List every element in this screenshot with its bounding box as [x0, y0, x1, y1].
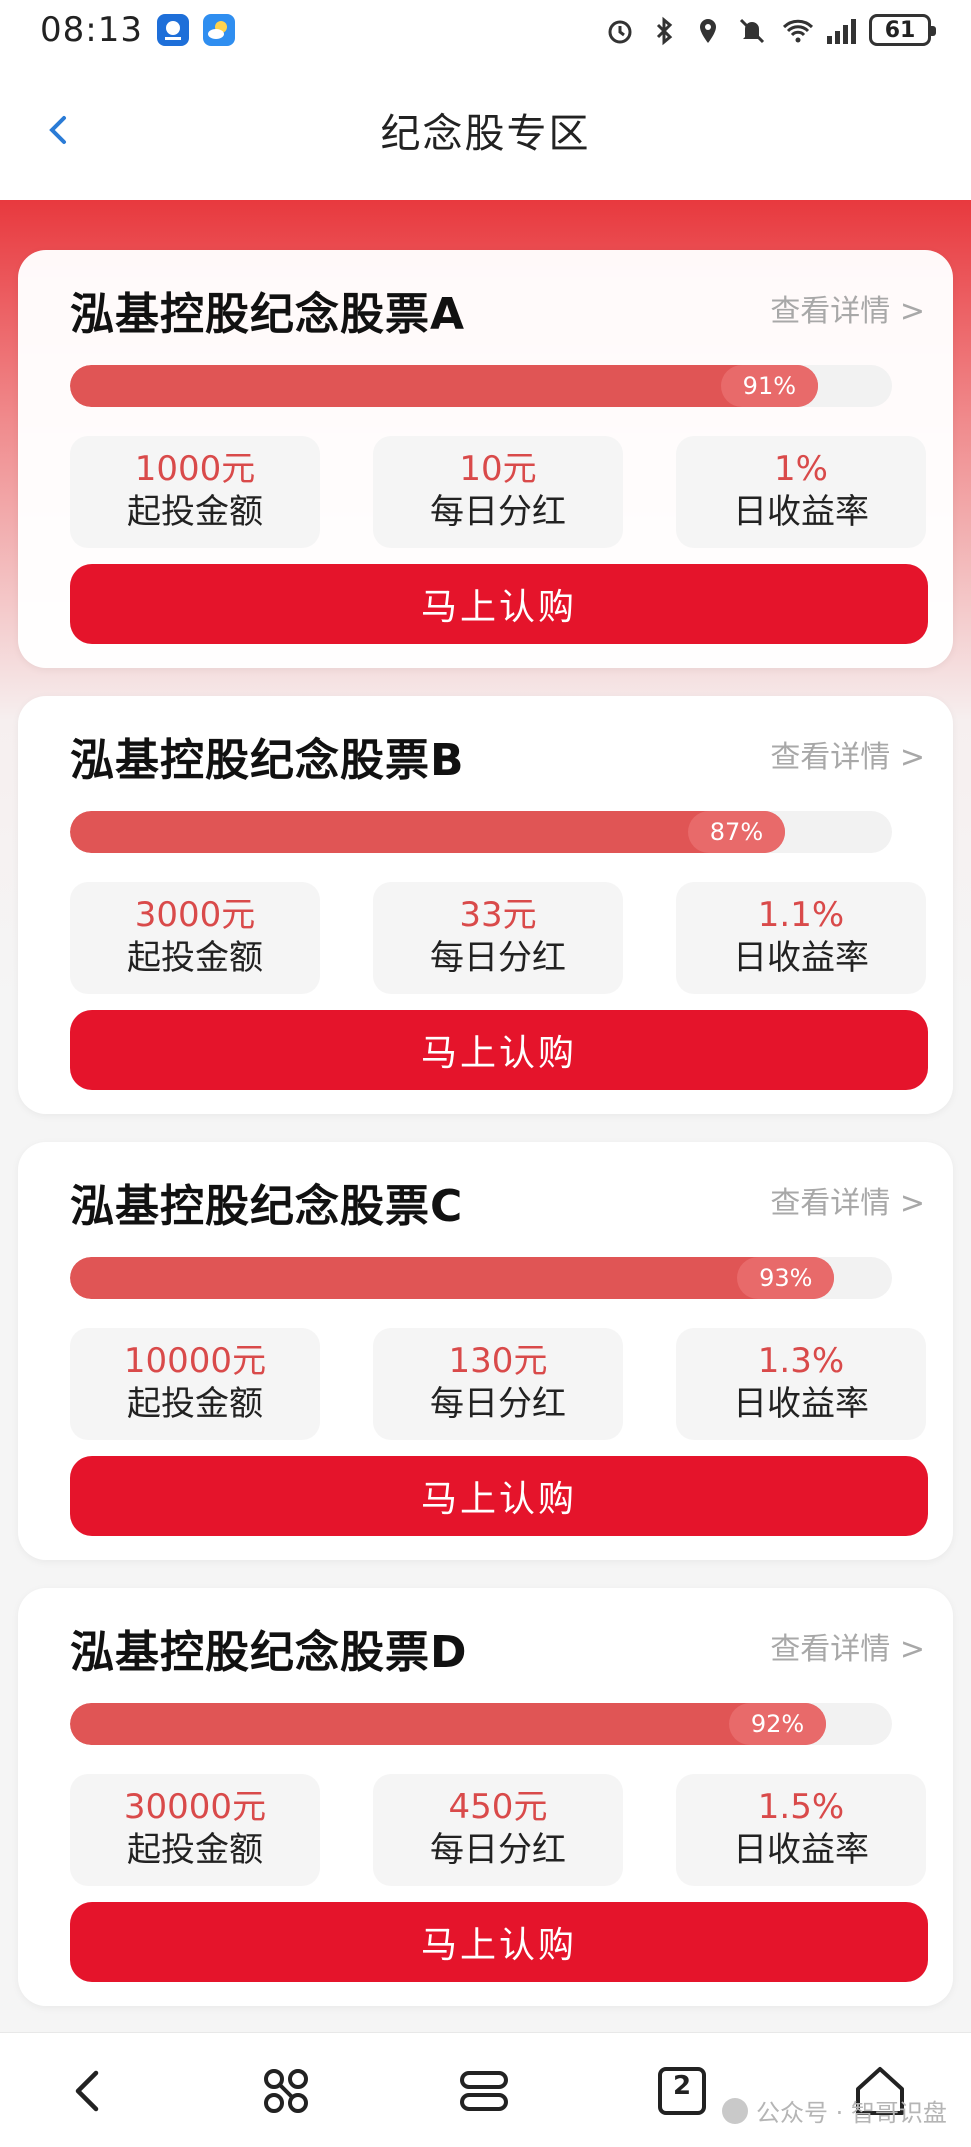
status-bar: 08:13 61: [0, 0, 971, 60]
stat-label: 起投金额: [127, 1384, 263, 1424]
mute-icon: [737, 15, 767, 45]
page-title: 纪念股专区: [380, 111, 591, 157]
menu-icon[interactable]: [454, 2061, 514, 2121]
stat-value: 1.1%: [757, 895, 845, 935]
stat-min-investment: 10000元 起投金额: [70, 1328, 320, 1440]
stat-label: 起投金额: [127, 492, 263, 532]
card-title: 泓基控股纪念股票B: [70, 735, 465, 786]
stat-min-investment: 30000元 起投金额: [70, 1774, 320, 1886]
stat-min-investment: 3000元 起投金额: [70, 882, 320, 994]
progress-bar: 93%: [70, 1257, 892, 1299]
detail-link[interactable]: 查看详情 >: [770, 286, 925, 330]
tabs-icon[interactable]: 2: [652, 2061, 712, 2121]
stat-daily-yield: 1.3% 日收益率: [676, 1328, 926, 1440]
card-title: 泓基控股纪念股票D: [70, 1627, 468, 1678]
apps-icon[interactable]: [256, 2061, 316, 2121]
progress-fill: 87%: [70, 811, 786, 853]
stat-value: 33元: [459, 895, 537, 935]
status-icons: 61: [605, 14, 936, 46]
location-icon: [693, 15, 723, 45]
stat-daily-dividend: 450元 每日分红: [373, 1774, 623, 1886]
stat-value: 10元: [459, 449, 537, 489]
alarm-icon: [605, 15, 635, 45]
progress-label: 93%: [737, 1257, 835, 1299]
stat-value: 450元: [448, 1787, 548, 1827]
stat-min-investment: 1000元 起投金额: [70, 436, 320, 548]
card-list: 泓基控股纪念股票A 查看详情 > 91% 1000元 起投金额 10元 每日分红…: [0, 200, 971, 2032]
stat-value: 130元: [448, 1341, 548, 1381]
stat-label: 日收益率: [733, 492, 869, 532]
bluetooth-icon: [649, 15, 679, 46]
stat-daily-yield: 1% 日收益率: [676, 436, 926, 548]
progress-bar: 92%: [70, 1703, 892, 1745]
stat-daily-dividend: 33元 每日分红: [373, 882, 623, 994]
progress-fill: 92%: [70, 1703, 827, 1745]
stat-value: 10000元: [123, 1341, 267, 1381]
card-title: 泓基控股纪念股票A: [70, 289, 466, 340]
stat-label: 日收益率: [733, 938, 869, 978]
progress-label: 91%: [720, 365, 819, 407]
subscribe-button[interactable]: 马上认购: [70, 1902, 928, 1982]
wechat-icon: [722, 2097, 748, 2124]
stat-label: 日收益率: [733, 1384, 869, 1424]
stat-daily-yield: 1.1% 日收益率: [676, 882, 926, 994]
stat-label: 起投金额: [127, 938, 263, 978]
detail-link[interactable]: 查看详情 >: [770, 1178, 925, 1222]
stock-card: 泓基控股纪念股票C 查看详情 > 93% 10000元 起投金额 130元 每日…: [18, 1142, 953, 1560]
stat-value: 1000元: [134, 449, 256, 489]
stat-label: 每日分红: [430, 1830, 566, 1870]
subscribe-button[interactable]: 马上认购: [70, 564, 928, 644]
watermark: 公众号 · 智哥识盘: [722, 2093, 947, 2128]
detail-link[interactable]: 查看详情 >: [770, 1624, 925, 1668]
back-icon[interactable]: [58, 2061, 118, 2121]
subscribe-button[interactable]: 马上认购: [70, 1456, 928, 1536]
progress-fill: 91%: [70, 365, 819, 407]
stats-row: 10000元 起投金额 130元 每日分红 1.3% 日收益率: [70, 1328, 946, 1440]
progress-bar: 91%: [70, 365, 892, 407]
watermark-text: 公众号 · 智哥识盘: [756, 2099, 947, 2127]
signal-icon: [825, 15, 856, 45]
tab-count: 2: [672, 2071, 692, 2101]
progress-fill: 93%: [70, 1257, 835, 1299]
battery-indicator: 61: [869, 14, 936, 46]
stat-daily-dividend: 130元 每日分红: [373, 1328, 623, 1440]
progress-label: 92%: [728, 1703, 827, 1745]
weather-app-icon: [202, 14, 235, 46]
stat-label: 日收益率: [733, 1830, 869, 1870]
stat-value: 3000元: [134, 895, 256, 935]
stat-daily-dividend: 10元 每日分红: [373, 436, 623, 548]
chevron-left-icon[interactable]: [40, 112, 76, 148]
stat-value: 30000元: [123, 1787, 267, 1827]
stats-row: 30000元 起投金额 450元 每日分红 1.5% 日收益率: [70, 1774, 946, 1886]
stat-value: 1.5%: [757, 1787, 845, 1827]
status-time: 08:13: [40, 10, 143, 50]
stat-daily-yield: 1.5% 日收益率: [676, 1774, 926, 1886]
progress-bar: 87%: [70, 811, 892, 853]
stock-card: 泓基控股纪念股票A 查看详情 > 91% 1000元 起投金额 10元 每日分红…: [18, 250, 953, 668]
stat-label: 每日分红: [430, 938, 566, 978]
stat-value: 1.3%: [757, 1341, 845, 1381]
stock-card: 泓基控股纪念股票D 查看详情 > 92% 30000元 起投金额 450元 每日…: [18, 1588, 953, 2006]
wifi-icon: [781, 15, 814, 45]
stat-value: 1%: [774, 449, 828, 489]
progress-label: 87%: [687, 811, 786, 853]
system-nav-bar: 2 公众号 · 智哥识盘: [0, 2032, 971, 2147]
stat-label: 每日分红: [430, 1384, 566, 1424]
stats-row: 3000元 起投金额 33元 每日分红 1.1% 日收益率: [70, 882, 946, 994]
stats-row: 1000元 起投金额 10元 每日分红 1% 日收益率: [70, 436, 946, 548]
header: 纪念股专区: [0, 60, 971, 200]
stat-label: 每日分红: [430, 492, 566, 532]
subscribe-button[interactable]: 马上认购: [70, 1010, 928, 1090]
detail-link[interactable]: 查看详情 >: [770, 732, 925, 776]
stat-label: 起投金额: [127, 1830, 263, 1870]
stock-card: 泓基控股纪念股票B 查看详情 > 87% 3000元 起投金额 33元 每日分红…: [18, 696, 953, 1114]
notification-app-icon: [156, 14, 189, 46]
card-title: 泓基控股纪念股票C: [70, 1181, 464, 1232]
